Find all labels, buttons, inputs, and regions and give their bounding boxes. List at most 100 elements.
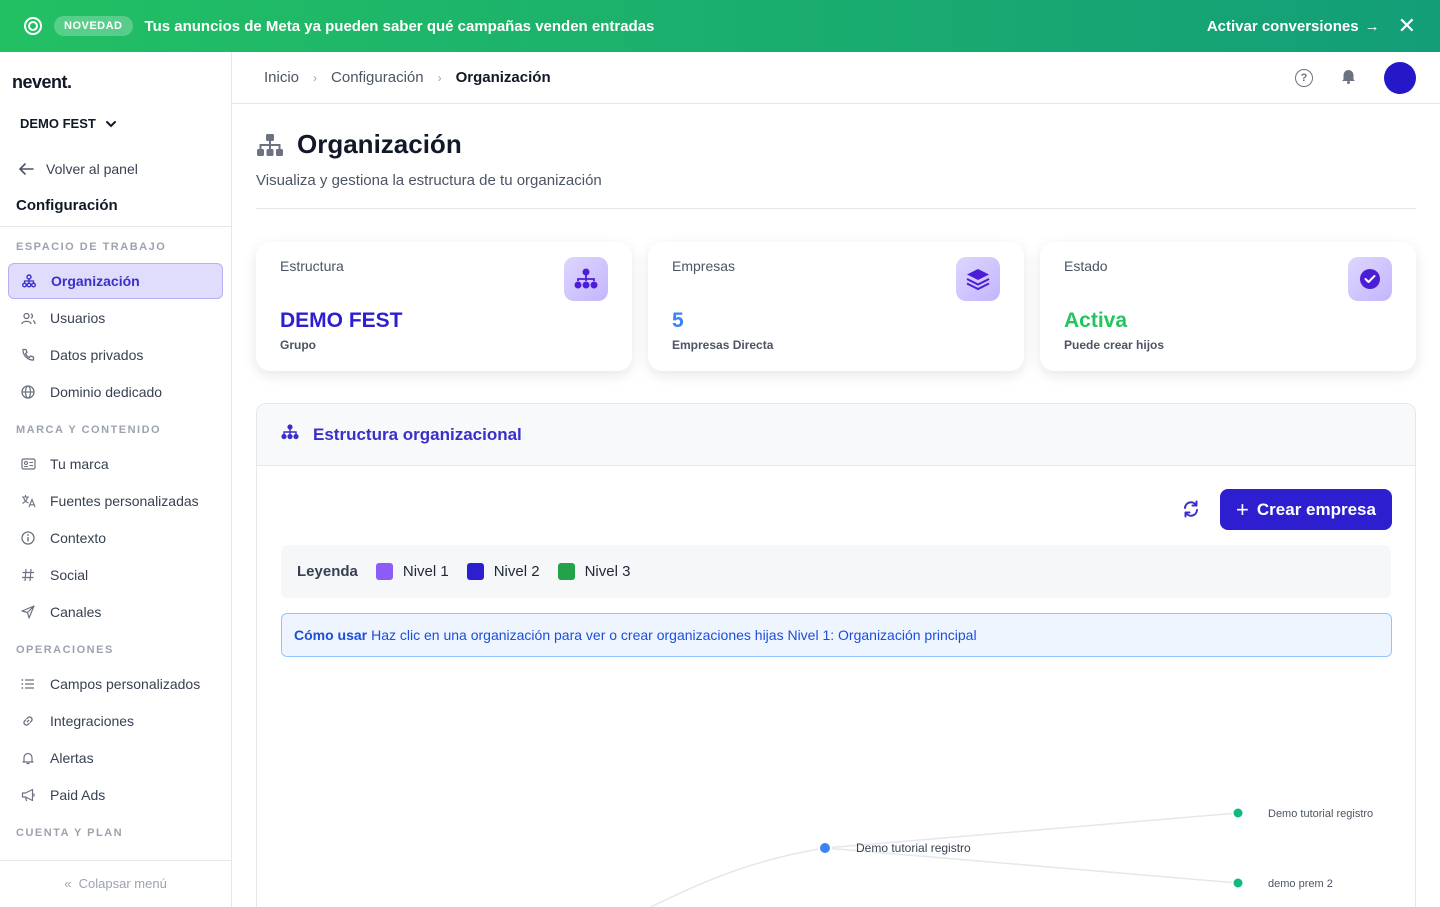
arrow-right-icon: → [1364, 17, 1380, 35]
breadcrumb-separator-icon: › [313, 70, 318, 85]
sidebar-item-label: Usuarios [50, 310, 106, 326]
sidebar-item-label: Datos privados [50, 347, 144, 363]
create-company-button[interactable]: + Crear empresa [1220, 489, 1392, 530]
sidebar-item-marca[interactable]: Tu marca [8, 446, 223, 482]
card-value: Activa [1064, 309, 1128, 332]
id-card-icon [20, 458, 36, 470]
sidebar-item-label: Fuentes personalizadas [50, 493, 199, 509]
banner-message: Tus anuncios de Meta ya pueden saber qué… [144, 17, 655, 35]
sidebar-item-label: Campos personalizados [50, 676, 201, 692]
activate-conversions-link[interactable]: Activar conversiones → [1207, 18, 1380, 35]
tree-node-label: demo prem 2 [1268, 878, 1333, 890]
structure-panel: Estructura organizacional + Crear empres… [256, 403, 1416, 907]
sidebar-item-paid-ads[interactable]: Paid Ads [8, 777, 223, 813]
bell-icon [20, 751, 36, 765]
page-subtitle: Visualiza y gestiona la estructura de tu… [256, 172, 602, 189]
legend-title: Leyenda [297, 563, 358, 580]
legend: Leyenda Nivel 1 Nivel 2 Nivel 3 [281, 545, 1391, 598]
close-icon[interactable]: ✕ [1398, 15, 1416, 37]
legend-label: Nivel 2 [493, 563, 540, 580]
check-circle-icon [1348, 257, 1392, 301]
card-subtext: Empresas Directa [672, 338, 774, 352]
card-label: Empresas [672, 258, 736, 274]
sidebar-item-alertas[interactable]: Alertas [8, 740, 223, 776]
card-label: Estado [1064, 258, 1108, 274]
sidebar-item-label: Contexto [50, 530, 107, 546]
divider [0, 226, 231, 227]
back-label: Volver al panel [46, 161, 138, 177]
page-title: Organización [297, 129, 462, 159]
tree-node-level-3 [1231, 876, 1245, 890]
layers-icon [956, 257, 1000, 301]
legend-swatch-nivel-1 [375, 563, 393, 580]
sidebar: nevent. DEMO FEST Volver al panel Config… [0, 52, 232, 907]
activate-conversions-label: Activar conversiones [1206, 17, 1359, 35]
sidebar-item-canales[interactable]: Canales [8, 594, 223, 630]
legend-swatch-nivel-2 [466, 563, 484, 580]
sidebar-item-label: Alertas [50, 750, 94, 766]
org-chart-icon [281, 424, 299, 445]
back-to-panel-link[interactable]: Volver al panel [18, 161, 138, 177]
org-chart-icon [564, 257, 608, 301]
section-account: CUENTA Y PLAN [16, 827, 124, 839]
breadcrumb-inicio[interactable]: Inicio [264, 69, 299, 86]
sidebar-item-label: Organización [51, 273, 140, 289]
card-value: 5 [672, 309, 684, 332]
legend-swatch-nivel-3 [557, 563, 575, 580]
divider [256, 208, 1416, 209]
top-actions: ? [1295, 62, 1416, 94]
refresh-icon[interactable] [1182, 500, 1200, 524]
chevron-down-icon [105, 120, 116, 127]
info-icon [20, 531, 36, 545]
target-icon [24, 17, 42, 35]
breadcrumb-configuracion[interactable]: Configuración [331, 69, 424, 86]
sidebar-item-campos[interactable]: Campos personalizados [8, 666, 223, 702]
list-icon [20, 678, 36, 690]
tree-node-level-2 [818, 841, 832, 855]
sidebar-item-social[interactable]: Social [8, 557, 223, 593]
sidebar-item-datos-privados[interactable]: Datos privados [8, 337, 223, 373]
sidebar-item-label: Paid Ads [50, 787, 106, 803]
section-brand: MARCA Y CONTENIDO [16, 424, 162, 436]
notifications-bell-icon[interactable] [1341, 68, 1356, 89]
arrow-left-icon [18, 163, 34, 175]
topbar: Inicio › Configuración › Organización ? [232, 52, 1440, 104]
panel-header: Estructura organizacional [257, 404, 1415, 466]
sidebar-item-usuarios[interactable]: Usuarios [8, 300, 223, 336]
howto-title: Cómo usar [294, 627, 368, 643]
section-operations: OPERACIONES [16, 644, 114, 656]
sidebar-item-label: Dominio dedicado [50, 384, 163, 400]
sidebar-item-dominio[interactable]: Dominio dedicado [8, 374, 223, 410]
breadcrumb-separator-icon: › [437, 70, 442, 85]
org-chart-icon [21, 274, 37, 288]
send-icon [20, 605, 36, 619]
translate-icon [20, 494, 36, 508]
collapse-menu-button[interactable]: « Colapsar menú [0, 860, 231, 891]
announcement-banner: NOVEDAD Tus anuncios de Meta ya pueden s… [0, 0, 1440, 52]
howto-text: Haz clic en una organización para ver o … [371, 627, 977, 643]
sidebar-item-integraciones[interactable]: Integraciones [8, 703, 223, 739]
how-to-use-alert: Cómo usar Haz clic en una organización p… [281, 613, 1392, 657]
sidebar-item-label: Social [50, 567, 89, 583]
avatar[interactable] [1384, 62, 1416, 94]
legend-label: Nivel 3 [584, 563, 631, 580]
tree-node-label: Demo tutorial registro [1268, 808, 1373, 820]
sidebar-item-label: Canales [50, 604, 102, 620]
config-title: Configuración [16, 197, 118, 214]
help-icon[interactable]: ? [1295, 69, 1313, 87]
tree-node-level-3 [1231, 806, 1245, 820]
sidebar-item-organizacion[interactable]: Organización [8, 263, 223, 299]
organization-tree[interactable]: Demo tutorial registro Demo tutorial reg… [257, 669, 1415, 907]
logo[interactable]: nevent. [12, 72, 72, 93]
stat-card-estado: Estado Activa Puede crear hijos [1040, 242, 1416, 371]
sidebar-item-contexto[interactable]: Contexto [8, 520, 223, 556]
legend-label: Nivel 1 [402, 563, 449, 580]
sidebar-item-fuentes[interactable]: Fuentes personalizadas [8, 483, 223, 519]
sidebar-item-label: Tu marca [50, 456, 109, 472]
phone-icon [20, 348, 36, 362]
card-subtext: Grupo [280, 338, 316, 352]
org-selector[interactable]: DEMO FEST [20, 116, 118, 131]
double-chevron-left-icon: « [64, 876, 76, 891]
users-icon [20, 312, 36, 325]
stat-card-estructura: Estructura DEMO FEST Grupo [256, 242, 632, 371]
